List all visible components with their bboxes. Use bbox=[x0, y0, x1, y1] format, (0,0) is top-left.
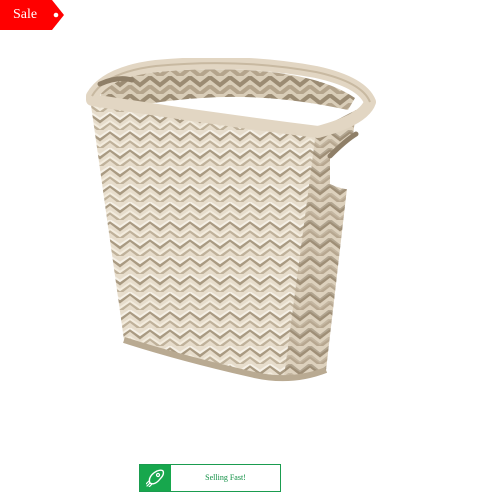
sale-badge: Sale bbox=[0, 0, 64, 30]
selling-fast-label: Selling Fast! bbox=[205, 473, 246, 482]
wicker-basket-image bbox=[86, 58, 376, 382]
selling-fast-badge: Selling Fast! bbox=[139, 464, 281, 492]
sale-badge-label: Sale bbox=[13, 7, 38, 22]
rocket-icon bbox=[140, 465, 171, 491]
